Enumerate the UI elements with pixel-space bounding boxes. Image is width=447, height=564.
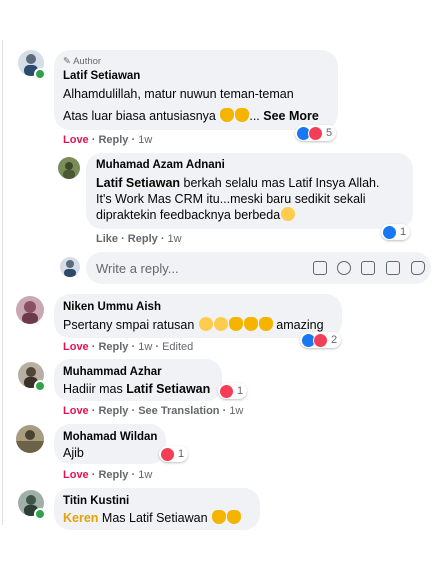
reply-text-line3: dipraktekin feedbacknya berbeda bbox=[96, 207, 296, 224]
edited-label[interactable]: Edited bbox=[162, 341, 193, 353]
comment-actions: Love · Reply · 1w bbox=[63, 134, 153, 146]
reaction-count[interactable]: 1 bbox=[218, 383, 248, 399]
clap-emoji-icon bbox=[258, 317, 273, 331]
comment-text: Hadiir mas Latif Setiawan bbox=[63, 382, 211, 396]
comment-text-line2: Atas luar biasa antusiasnya ... See More bbox=[63, 108, 319, 123]
reply-placeholder[interactable]: Write a reply... bbox=[96, 260, 179, 277]
love-button[interactable]: Love bbox=[63, 405, 89, 417]
avatar[interactable] bbox=[60, 257, 80, 277]
clap-emoji-icon bbox=[243, 317, 258, 331]
heart-reaction-icon bbox=[219, 383, 234, 399]
avatar[interactable] bbox=[58, 157, 80, 179]
clap-emoji-icon bbox=[220, 108, 235, 122]
love-button[interactable]: Love bbox=[63, 341, 89, 353]
grin-emoji-icon bbox=[198, 317, 213, 331]
clap-emoji-icon bbox=[228, 317, 243, 331]
reaction-count[interactable]: 1 bbox=[159, 446, 189, 462]
timestamp[interactable]: 1w bbox=[138, 134, 152, 146]
commenter-name[interactable]: Muhamad Azam Adnani bbox=[96, 159, 225, 171]
commenter-name[interactable]: Mohamad Wildan bbox=[63, 431, 157, 443]
commenter-name[interactable]: Titin Kustini bbox=[63, 495, 129, 507]
author-badge: ✎ Author bbox=[63, 56, 102, 67]
reply-text-line2: It's Work Mas CRM itu...meski baru sedik… bbox=[96, 192, 366, 206]
timestamp[interactable]: 1w bbox=[138, 469, 152, 481]
pencil-icon: ✎ bbox=[63, 56, 71, 67]
reply-button[interactable]: Reply bbox=[128, 233, 158, 245]
keyword-highlight: Keren bbox=[63, 511, 99, 525]
timestamp[interactable]: 1w bbox=[168, 233, 182, 245]
reply-text-line1: Latif Setiawan berkah selalu mas Latif I… bbox=[96, 176, 380, 190]
commenter-name[interactable]: Muhammad Azhar bbox=[63, 366, 162, 378]
clap-emoji-icon bbox=[212, 510, 227, 524]
commenter-name[interactable]: Niken Ummu Aish bbox=[63, 301, 161, 313]
emoji-icon[interactable] bbox=[313, 261, 327, 275]
avatar[interactable] bbox=[16, 296, 44, 324]
emoji-icon[interactable] bbox=[337, 261, 351, 275]
comment-text: Keren Mas Latif Setiawan bbox=[63, 510, 242, 527]
see-more-link[interactable]: See More bbox=[263, 109, 319, 123]
reply-button[interactable]: Reply bbox=[98, 134, 128, 146]
see-translation-link[interactable]: See Translation bbox=[138, 405, 219, 417]
comment-text: Psertany smpai ratusan amazing bbox=[63, 317, 324, 332]
timestamp[interactable]: 1w bbox=[138, 341, 152, 353]
love-button[interactable]: Love bbox=[63, 469, 89, 481]
reaction-count[interactable]: 1 bbox=[381, 224, 411, 240]
comment-actions: Love · Reply · 1w · Edited bbox=[63, 341, 194, 353]
comment-text-line1: Alhamdulillah, matur nuwun teman-teman bbox=[63, 87, 294, 101]
reply-button[interactable]: Reply bbox=[98, 469, 128, 481]
avatar[interactable] bbox=[16, 425, 44, 453]
reply-button[interactable]: Reply bbox=[98, 341, 128, 353]
heart-reaction-icon bbox=[308, 125, 323, 141]
online-indicator bbox=[34, 508, 46, 520]
comment-text: Ajib bbox=[63, 446, 84, 460]
reaction-count[interactable]: 5 bbox=[295, 125, 337, 141]
sticker-icon[interactable] bbox=[411, 261, 425, 275]
heart-reaction-icon bbox=[160, 446, 175, 462]
heart-reaction-icon bbox=[313, 332, 328, 348]
love-button[interactable]: Love bbox=[63, 134, 89, 146]
reaction-count[interactable]: 2 bbox=[300, 332, 342, 348]
online-indicator bbox=[34, 380, 46, 392]
comment-actions: Like · Reply · 1w bbox=[96, 233, 182, 245]
grin-emoji-icon bbox=[213, 317, 228, 331]
mention-link[interactable]: Latif Setiawan bbox=[126, 382, 210, 396]
smile-emoji-icon bbox=[281, 207, 296, 221]
commenter-name[interactable]: Latif Setiawan bbox=[63, 70, 140, 82]
clap-emoji-icon bbox=[235, 108, 250, 122]
mention-link[interactable]: Latif Setiawan bbox=[96, 176, 180, 190]
like-reaction-icon bbox=[382, 224, 397, 240]
thread-line bbox=[2, 40, 3, 525]
comment-actions: Love · Reply · 1w bbox=[63, 469, 153, 481]
timestamp[interactable]: 1w bbox=[229, 405, 243, 417]
comment-actions: Love · Reply · See Translation · 1w bbox=[63, 405, 244, 417]
clap-emoji-icon bbox=[227, 510, 242, 524]
like-button[interactable]: Like bbox=[96, 233, 118, 245]
online-indicator bbox=[34, 68, 46, 80]
gif-icon[interactable] bbox=[386, 261, 400, 275]
reply-button[interactable]: Reply bbox=[98, 405, 128, 417]
camera-icon[interactable] bbox=[361, 261, 375, 275]
